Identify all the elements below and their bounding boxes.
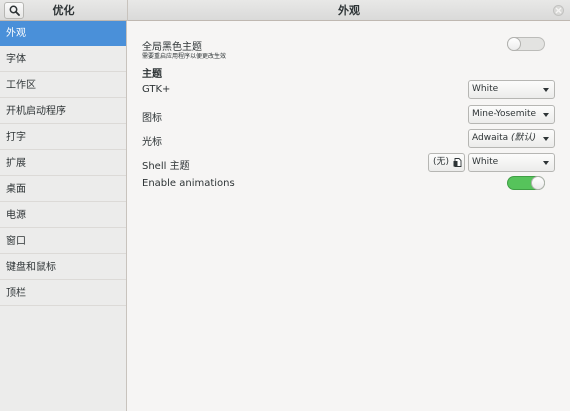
- shell-theme-file-button[interactable]: (无): [428, 153, 465, 172]
- title-bar: 优化 外观: [0, 0, 570, 21]
- chevron-down-icon: [543, 88, 549, 92]
- sidebar-item-extensions[interactable]: 扩展: [0, 151, 126, 176]
- animations-switch[interactable]: [507, 176, 545, 190]
- sidebar-item-appearance[interactable]: 外观: [0, 21, 126, 46]
- close-icon: [555, 7, 562, 14]
- sidebar-item-fonts[interactable]: 字体: [0, 47, 126, 72]
- page-title: 外观: [338, 4, 360, 17]
- cursor-theme-value: Adwaita (默认): [472, 130, 536, 147]
- sidebar-item-top-bar[interactable]: 顶栏: [0, 281, 126, 306]
- animations-label: Enable animations: [142, 178, 235, 189]
- sidebar-item-windows[interactable]: 窗口: [0, 229, 126, 254]
- shell-theme-label: Shell 主题: [142, 161, 190, 172]
- dark-theme-sublabel: 需要重启应用程序以便更改生效: [142, 53, 227, 60]
- shell-theme-none-label: (无): [433, 157, 450, 167]
- sidebar-item-typing[interactable]: 打字: [0, 125, 126, 150]
- chevron-down-icon: [543, 113, 549, 117]
- cursor-theme-dropdown[interactable]: Adwaita (默认): [468, 129, 555, 148]
- sidebar-title: 优化: [52, 4, 75, 17]
- switch-knob: [507, 37, 521, 51]
- appearance-panel: 全局黑色主题 需要重启应用程序以便更改生效 主题 GTK+ White 图标 M…: [128, 21, 570, 411]
- chevron-down-icon: [543, 161, 549, 165]
- shell-theme-value: White: [472, 157, 499, 167]
- gtk-theme-value: White: [472, 84, 499, 94]
- theme-heading: 主题: [142, 69, 162, 80]
- shell-theme-dropdown[interactable]: White: [468, 153, 555, 172]
- sidebar: 外观 字体 工作区 开机启动程序 打字 扩展 桌面 电源 窗口 键盘和鼠标 顶栏: [0, 21, 127, 411]
- icon-theme-label: 图标: [142, 113, 162, 124]
- sidebar-item-startup-applications[interactable]: 开机启动程序: [0, 99, 126, 124]
- switch-knob: [531, 176, 545, 190]
- chevron-down-icon: [543, 137, 549, 141]
- icon-theme-dropdown[interactable]: Mine-Yosemite: [468, 105, 555, 124]
- gtk-theme-label: GTK+: [142, 84, 171, 95]
- icon-theme-value: Mine-Yosemite: [472, 109, 537, 119]
- cursor-theme-label: 光标: [142, 137, 162, 148]
- dark-theme-switch[interactable]: [507, 37, 545, 51]
- sidebar-item-workspaces[interactable]: 工作区: [0, 73, 126, 98]
- folder-icon: [453, 158, 462, 167]
- cursor-theme-default-tag: (默认): [511, 133, 537, 143]
- gtk-theme-dropdown[interactable]: White: [468, 80, 555, 99]
- close-button[interactable]: [553, 5, 564, 16]
- sidebar-item-power[interactable]: 电源: [0, 203, 126, 228]
- cursor-theme-name: Adwaita: [472, 133, 509, 143]
- sidebar-item-keyboard-mouse[interactable]: 键盘和鼠标: [0, 255, 126, 280]
- sidebar-item-desktop[interactable]: 桌面: [0, 177, 126, 202]
